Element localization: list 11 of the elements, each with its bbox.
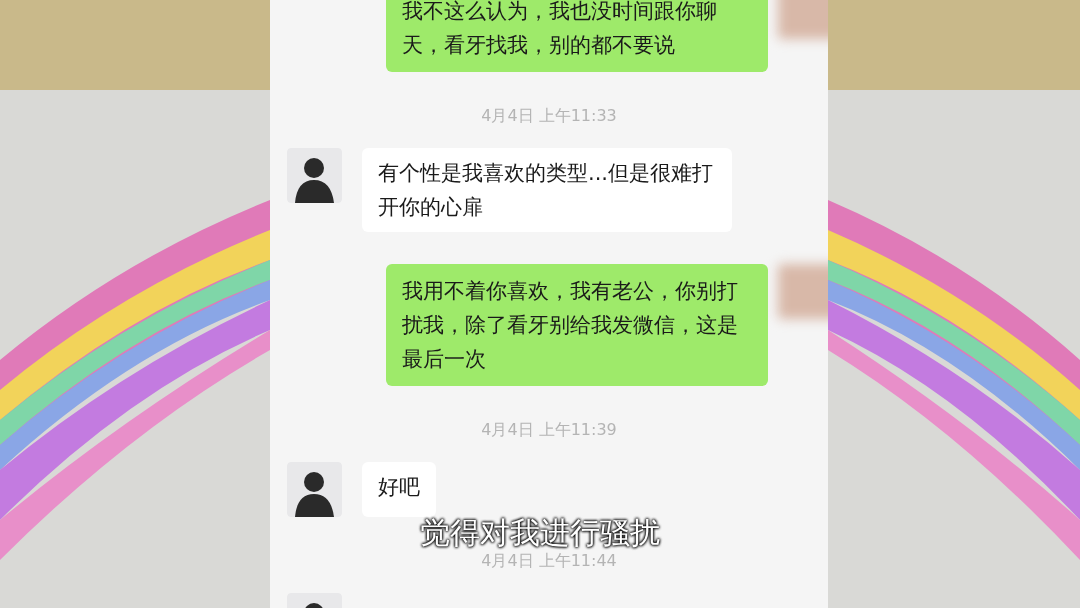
timestamp: 4月4日 上午11:33 [481,105,617,127]
avatar [287,148,342,203]
message-bubble: 有个性是我喜欢的类型...但是很难打开你的心扉 [362,148,732,232]
timestamp: 4月4日 上午11:44 [481,550,617,572]
subtitle: 觉得对我进行骚扰 [418,514,662,552]
avatar [287,462,342,517]
avatar [778,264,828,319]
message-bubble: 我用不着你喜欢，我有老公，你别打扰我，除了看牙别给我发微信，这是最后一次 [386,264,768,386]
message-bubble: 我不这么认为，我也没时间跟你聊天，看牙找我，别的都不要说 [386,0,768,72]
timestamp: 4月4日 上午11:39 [481,419,617,441]
message-bubble: 好吧 [362,462,436,517]
